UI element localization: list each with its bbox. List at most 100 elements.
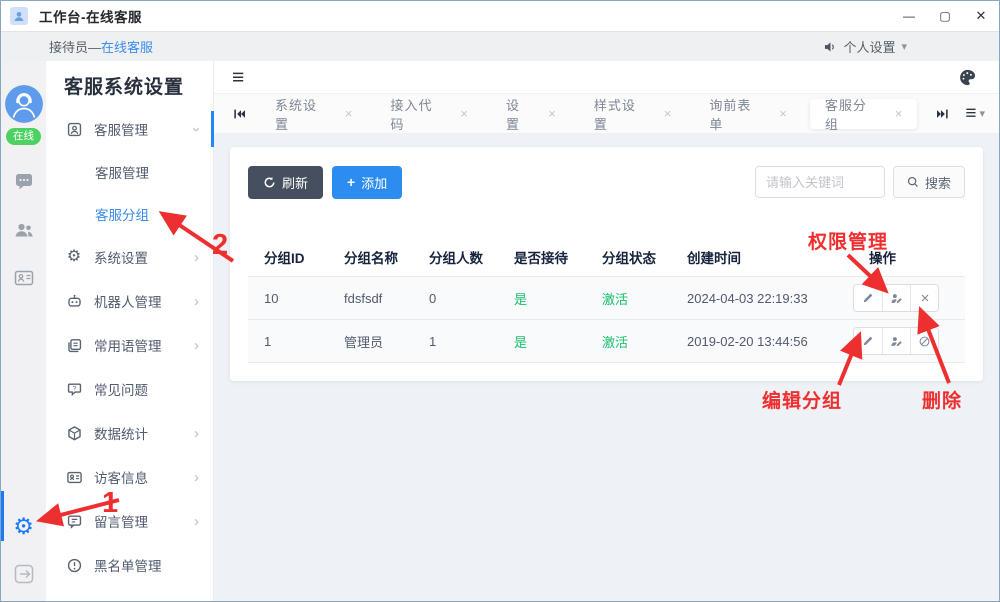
permission-manage-button[interactable]	[882, 328, 910, 354]
personal-settings-menu[interactable]: 个人设置 ▾	[824, 37, 907, 56]
cell-created: 2024-04-03 22:19:33	[671, 291, 843, 306]
submenu-item-kefu-manage[interactable]: 客服管理	[46, 151, 213, 193]
tab-settings[interactable]: 设置 ×	[491, 99, 571, 129]
minimize-icon[interactable]: —	[891, 1, 927, 31]
chevron-right-icon: ›	[194, 514, 199, 529]
sidebar-item-messages[interactable]: 留言管理 ›	[46, 499, 213, 543]
caret-down-icon: ▾	[979, 107, 985, 120]
col-group-id: 分组ID	[248, 247, 328, 267]
refresh-icon	[263, 176, 276, 189]
refresh-button[interactable]: 刷新	[248, 166, 323, 199]
delete-group-button[interactable]	[910, 285, 938, 311]
search-input[interactable]	[755, 166, 885, 198]
breadcrumb-current[interactable]: 在线客服	[101, 40, 153, 55]
main-area: ≡ 系统设置 × 接入代码 × 设置	[214, 61, 999, 601]
chevron-right-icon: ›	[194, 250, 199, 265]
tab-list: 系统设置 × 接入代码 × 设置 × 样式设置 ×	[256, 94, 925, 133]
contact-card-icon[interactable]	[13, 267, 35, 289]
maximize-icon[interactable]: ▢	[927, 1, 963, 31]
sidebar-title: 客服系统设置	[46, 69, 213, 107]
cell-group-id: 1	[248, 334, 328, 349]
edit-group-button[interactable]	[854, 285, 882, 311]
left-rail: 在线 ⚙	[1, 61, 46, 601]
tabs-scroll-start-icon[interactable]	[222, 100, 256, 128]
tab-options-menu[interactable]: ≡ ▾	[959, 104, 991, 123]
delete-disabled-button[interactable]	[910, 328, 938, 354]
chevron-right-icon: ›	[194, 294, 199, 309]
tab-close-icon[interactable]: ×	[345, 106, 353, 121]
tab-close-icon[interactable]: ×	[548, 106, 556, 121]
cell-group-name: fdsfsdf	[328, 291, 413, 306]
alert-circle-icon	[65, 556, 83, 574]
cell-group-id: 10	[248, 291, 328, 306]
sidebar-item-common-phrases[interactable]: 常用语管理 ›	[46, 323, 213, 367]
table-row: 1 管理员 1 是 激活 2019-02-20 13:44:56	[248, 320, 965, 363]
sidebar-item-label: 系统设置	[94, 247, 148, 267]
permission-manage-button[interactable]	[882, 285, 910, 311]
sidebar-item-blacklist[interactable]: 黑名单管理	[46, 543, 213, 587]
tab-close-icon[interactable]: ×	[460, 106, 468, 121]
logout-icon[interactable]	[13, 563, 35, 585]
no-entry-icon	[918, 335, 931, 348]
tab-style-settings[interactable]: 样式设置 ×	[579, 99, 687, 129]
cell-group-name: 管理员	[328, 332, 413, 351]
sidebar-item-faq[interactable]: ? 常见问题	[46, 367, 213, 411]
tab-access-code[interactable]: 接入代码 ×	[376, 99, 484, 129]
tab-close-icon[interactable]: ×	[895, 106, 903, 121]
cell-status: 激活	[586, 289, 671, 308]
theme-palette-icon[interactable]	[958, 68, 977, 87]
sub-header: 接待员—在线客服 个人设置 ▾	[1, 31, 999, 61]
table-row: 10 fdsfsdf 0 是 激活 2024-04-03 22:19:33	[248, 277, 965, 320]
online-status-badge[interactable]: 在线	[6, 128, 41, 145]
tabs-scroll-end-icon[interactable]	[925, 100, 959, 128]
close-x-icon	[919, 292, 931, 304]
chat-icon[interactable]	[13, 171, 35, 193]
close-icon[interactable]: ✕	[963, 1, 999, 31]
edit-group-button[interactable]	[854, 328, 882, 354]
tab-bar: 系统设置 × 接入代码 × 设置 × 样式设置 ×	[214, 93, 999, 133]
search-box: 搜索	[755, 166, 965, 198]
cell-accepting: 是	[498, 289, 586, 308]
row-actions	[853, 327, 939, 355]
settings-gear-icon[interactable]: ⚙	[11, 513, 37, 539]
content-area: 刷新 + 添加 搜索	[214, 133, 999, 601]
search-button[interactable]: 搜索	[893, 166, 965, 198]
tab-menu-icon: ≡	[965, 104, 976, 123]
tab-close-icon[interactable]: ×	[779, 106, 787, 121]
sidebar-item-robot-manage[interactable]: 机器人管理 ›	[46, 279, 213, 323]
row-actions	[853, 284, 939, 312]
agent-card-icon	[65, 120, 83, 138]
title-bar: 工作台-在线客服 — ▢ ✕	[1, 1, 999, 31]
tab-kefu-groups[interactable]: 客服分组 ×	[810, 99, 918, 129]
sidebar-item-label: 黑名单管理	[94, 555, 162, 575]
col-member-count: 分组人数	[413, 247, 498, 267]
cell-member-count: 0	[413, 291, 498, 306]
table-header-row: 分组ID 分组名称 分组人数 是否接待 分组状态 创建时间 操作	[248, 237, 965, 277]
sidebar-item-kefu-manage[interactable]: 客服管理 ›	[46, 107, 213, 151]
sidebar-item-system-settings[interactable]: ⚙ 系统设置 ›	[46, 235, 213, 279]
sidebar-item-visitor-info[interactable]: 访客信息 ›	[46, 455, 213, 499]
col-accepting: 是否接待	[498, 247, 586, 267]
pencil-icon	[862, 292, 874, 304]
sidebar-item-label: 访客信息	[94, 467, 148, 487]
chevron-down-icon: ›	[189, 127, 204, 132]
add-button[interactable]: + 添加	[332, 166, 402, 199]
submenu-item-kefu-groups[interactable]: 客服分组	[46, 193, 213, 235]
cell-accepting: 是	[498, 332, 586, 351]
col-status: 分组状态	[586, 247, 671, 267]
tab-pre-chat-form[interactable]: 询前表单 ×	[694, 99, 802, 129]
tab-system-settings[interactable]: 系统设置 ×	[260, 99, 368, 129]
sidebar-item-label: 常见问题	[94, 379, 148, 399]
sidebar-item-label: 数据统计	[94, 423, 148, 443]
sidebar-item-label: 客服管理	[94, 119, 148, 139]
user-edit-icon	[890, 292, 903, 305]
tab-close-icon[interactable]: ×	[664, 106, 672, 121]
phrases-icon	[65, 336, 83, 354]
visitors-icon[interactable]	[13, 219, 35, 241]
search-icon	[907, 176, 919, 188]
sidebar-item-data-stats[interactable]: 数据统计 ›	[46, 411, 213, 455]
collapse-sidebar-icon[interactable]: ≡	[232, 67, 244, 88]
sidebar-item-label: 机器人管理	[94, 291, 162, 311]
agent-avatar[interactable]	[5, 85, 43, 123]
settings-sidebar: 客服系统设置 客服管理 › 客服管理 客服分组 ⚙ 系统设置 ›	[46, 61, 214, 601]
